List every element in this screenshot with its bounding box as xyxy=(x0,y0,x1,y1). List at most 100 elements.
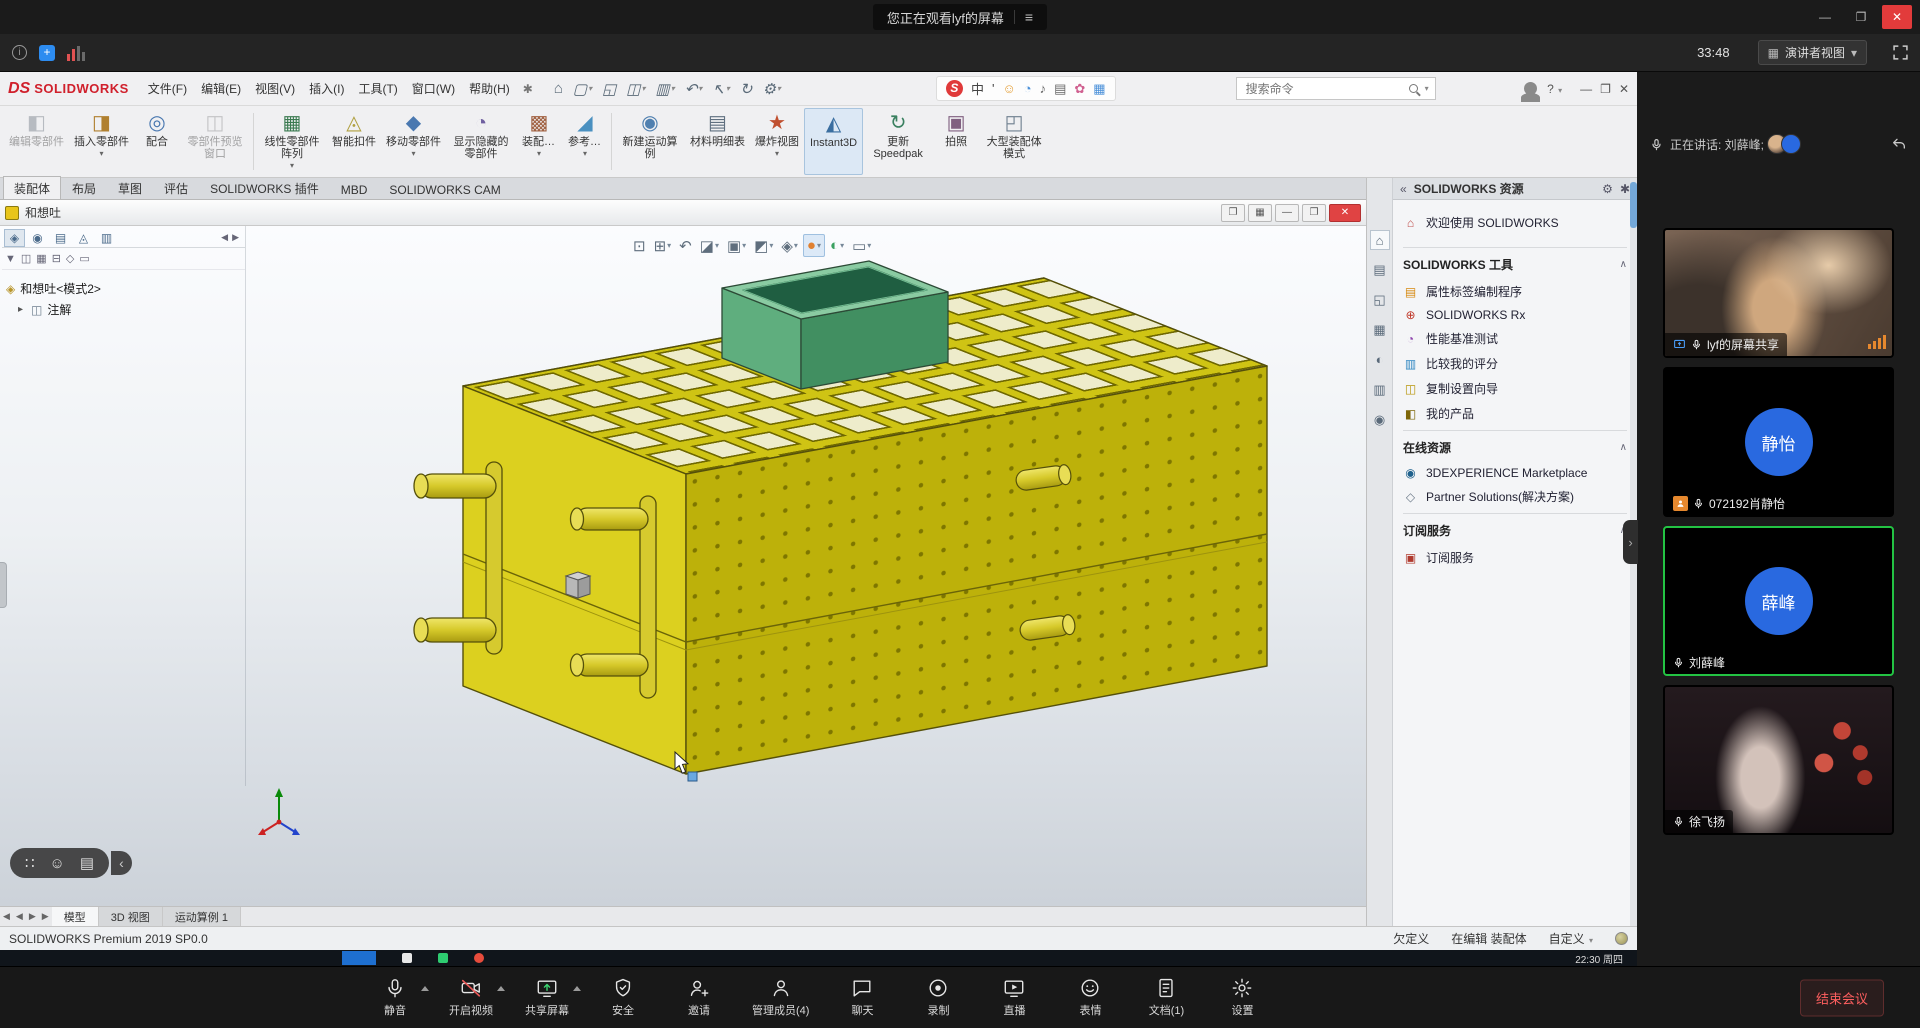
menu-view[interactable]: 视图(V) xyxy=(248,75,302,102)
sw-close-icon[interactable]: ✕ xyxy=(1619,82,1629,96)
layout-view-button[interactable]: ▦ 演讲者视图 ▾ xyxy=(1758,40,1867,65)
link-property-tab-builder[interactable]: ▤属性标签编制程序 xyxy=(1403,279,1627,304)
section-online-resources[interactable]: 在线资源 ∧ xyxy=(1403,430,1627,462)
ribbon-edit-component[interactable]: ◧编辑零部件 xyxy=(4,108,69,175)
zoom-area-icon[interactable]: ⊞▾ xyxy=(651,235,675,257)
propertymanager-tab-icon[interactable]: ◉ xyxy=(27,229,48,247)
share-options-icon[interactable] xyxy=(573,986,581,991)
watching-banner[interactable]: 您正在观看lyf的屏幕 ≡ xyxy=(873,4,1047,30)
appearances-tab-icon[interactable]: ◐ xyxy=(1370,350,1390,370)
ribbon-insert-component[interactable]: ◨插入零部件▾ xyxy=(69,108,134,175)
command-search-input[interactable] xyxy=(1244,81,1403,97)
participant-tile[interactable]: 薛峰 刘薛峰 xyxy=(1663,526,1894,676)
pane-options-gear-icon[interactable]: ⚙ xyxy=(1602,182,1613,196)
banner-menu-icon[interactable]: ≡ xyxy=(1025,9,1033,25)
video-options-icon[interactable] xyxy=(497,986,505,991)
ime-skin-icon[interactable]: ✿ xyxy=(1074,81,1085,97)
link-subscription-services[interactable]: ▣订阅服务 xyxy=(1403,545,1627,570)
tree-filter-icon[interactable]: ▼ xyxy=(5,253,16,265)
ribbon-linear-pattern[interactable]: ▦线性零部件阵列▾ xyxy=(257,108,327,175)
ribbon-large-assembly-mode[interactable]: ◰大型装配体模式 xyxy=(979,108,1049,175)
select-icon[interactable]: ↖▾ xyxy=(707,78,735,100)
resources-tab-icon[interactable]: ⌂ xyxy=(1370,230,1390,250)
meeting-info-icon[interactable]: i xyxy=(12,45,27,60)
link-partner-solutions[interactable]: ◇Partner Solutions(解决方案) xyxy=(1403,484,1627,509)
view-palette-tab-icon[interactable]: ▦ xyxy=(1370,320,1390,340)
meeting-security-icon[interactable]: + xyxy=(39,45,55,61)
ime-grid-icon[interactable]: ∷ xyxy=(25,854,35,872)
ribbon-smart-fasteners[interactable]: ◬智能扣件 xyxy=(327,108,381,175)
tab-layout[interactable]: 布局 xyxy=(61,176,107,199)
doctab-prev-icon[interactable]: ◀ xyxy=(13,907,26,926)
view-orientation-icon[interactable]: ▣▾ xyxy=(724,235,749,257)
ribbon-move-component[interactable]: ◆移动零部件▾ xyxy=(381,108,446,175)
link-solidworks-rx[interactable]: ⊕SOLIDWORKS Rx xyxy=(1403,304,1627,326)
doc-minimize-button[interactable]: — xyxy=(1275,204,1299,222)
ime-keyboard-icon[interactable]: ▤ xyxy=(80,854,94,872)
tree-select-icon[interactable]: ◇ xyxy=(66,252,74,265)
ribbon-assembly-features[interactable]: ▩装配体特征▾ xyxy=(516,108,562,175)
tree-flat-view-icon[interactable]: ▦ xyxy=(36,252,46,265)
doc-cascade-icon[interactable]: ▦ xyxy=(1248,204,1272,222)
link-copy-settings[interactable]: ◫复制设置向导 xyxy=(1403,376,1627,401)
menu-window[interactable]: 窗口(W) xyxy=(405,75,462,102)
forum-tab-icon[interactable]: ◉ xyxy=(1370,410,1390,430)
tab-3d-views[interactable]: 3D 视图 xyxy=(99,907,163,926)
ime-emoji-icon[interactable]: ☺ xyxy=(1002,81,1015,96)
invite-button[interactable]: 邀请 xyxy=(676,977,722,1018)
section-view-icon[interactable]: ◪▾ xyxy=(697,235,722,257)
ribbon-new-motion-study[interactable]: ◉新建运动算例 xyxy=(615,108,685,175)
search-icon[interactable] xyxy=(1409,84,1418,93)
link-compare-score[interactable]: ▥比较我的评分 xyxy=(1403,351,1627,376)
ime-language-bar[interactable]: S 中 ' ☺ ◔ ♪ ▤ ✿ ▦ xyxy=(936,76,1116,101)
ribbon-take-snapshot[interactable]: ▣拍照 xyxy=(933,108,979,175)
featuremanager-tab-icon[interactable]: ◈ xyxy=(4,229,25,247)
design-library-tab-icon[interactable]: ▤ xyxy=(1370,260,1390,280)
display-style-icon[interactable]: ◩▾ xyxy=(751,235,776,257)
documents-button[interactable]: 文档(1) xyxy=(1143,977,1189,1018)
tree-display-pane-icon[interactable]: ◫ xyxy=(21,252,31,265)
fm-scroll-right-icon[interactable]: ▶ xyxy=(232,232,239,243)
sogou-logo-icon[interactable]: S xyxy=(946,80,963,97)
ribbon-show-hidden[interactable]: ◔显示隐藏的零部件 xyxy=(446,108,516,175)
options-gear-icon[interactable]: ⚙▾ xyxy=(757,78,785,100)
tab-evaluate[interactable]: 评估 xyxy=(153,176,199,199)
scrollbar-thumb[interactable] xyxy=(1630,182,1637,228)
sw-minimize-icon[interactable]: — xyxy=(1580,82,1592,96)
menu-file[interactable]: 文件(F) xyxy=(141,75,194,102)
mute-button[interactable]: 静音 xyxy=(372,977,418,1018)
doctab-first-icon[interactable]: ◀ xyxy=(0,907,13,926)
ribbon-update-speedpak[interactable]: ↻更新Speedpak xyxy=(863,108,933,175)
end-meeting-button[interactable]: 结束会议 xyxy=(1800,979,1884,1016)
edit-appearance-icon[interactable]: ●▾ xyxy=(803,234,825,257)
fm-scroll-left-icon[interactable]: ◀ xyxy=(221,232,228,243)
tab-assembly[interactable]: 装配体 xyxy=(3,176,61,199)
expand-icon[interactable]: ▸ xyxy=(18,304,26,315)
section-sw-tools[interactable]: SOLIDWORKS 工具 ∧ xyxy=(1403,247,1627,279)
settings-button[interactable]: 设置 xyxy=(1219,977,1265,1018)
start-video-button[interactable]: 开启视频 xyxy=(448,977,494,1018)
center-fitting[interactable] xyxy=(566,572,590,598)
doc-close-button[interactable]: ✕ xyxy=(1329,204,1361,222)
live-stream-button[interactable]: 直播 xyxy=(991,977,1037,1018)
open-icon[interactable]: ◱ xyxy=(597,78,621,100)
participant-tile[interactable]: 徐飞扬 xyxy=(1663,685,1894,835)
ime-toolbox-icon[interactable]: ▦ xyxy=(1093,81,1105,97)
tab-mbd[interactable]: MBD xyxy=(330,179,379,199)
tab-motion-study[interactable]: 运动算例 1 xyxy=(163,907,241,926)
minimize-button[interactable]: — xyxy=(1810,5,1840,29)
taskbar-clock[interactable]: 22:30 周四 xyxy=(1575,951,1623,966)
file-explorer-tab-icon[interactable]: ◱ xyxy=(1370,290,1390,310)
rebuild-icon[interactable]: ↻ xyxy=(735,78,758,100)
collapse-pane-icon[interactable]: « xyxy=(1400,182,1407,196)
pane-pin-icon[interactable]: ✱ xyxy=(1620,182,1630,196)
link-3dexperience-marketplace[interactable]: ◉3DEXPERIENCE Marketplace xyxy=(1403,462,1627,484)
ime-lang-mode[interactable]: 中 xyxy=(971,79,984,98)
view-settings-icon[interactable]: ▭▾ xyxy=(849,235,874,257)
globe-status-icon[interactable] xyxy=(1615,932,1628,945)
manage-members-button[interactable]: 管理成员(4) xyxy=(752,977,809,1018)
tab-cam[interactable]: SOLIDWORKS CAM xyxy=(378,179,511,199)
new-doc-icon[interactable]: ▢▾ xyxy=(568,78,597,100)
welcome-link[interactable]: ⌂ 欢迎使用 SOLIDWORKS xyxy=(1403,208,1627,243)
doctab-next-icon[interactable]: ▶ xyxy=(26,907,39,926)
